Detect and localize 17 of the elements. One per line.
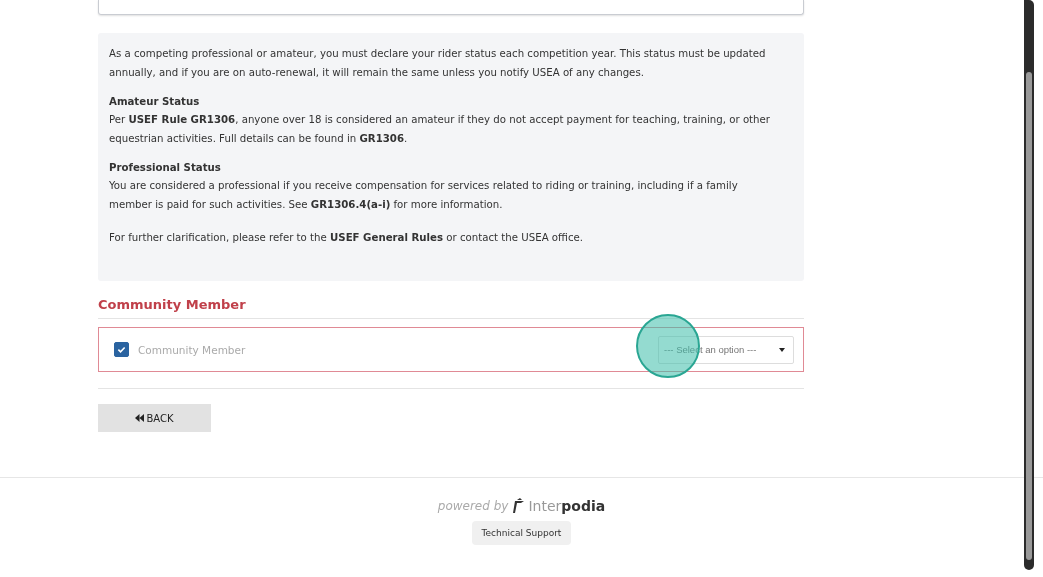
rewind-icon: [135, 414, 145, 422]
info-paragraph: You are considered a professional if you receive compensation for services related to riding or training, including if a family member is paid for such activities. See GR1306.4(a-i) for more information.: [109, 179, 739, 212]
checkbox-label: Community Member: [138, 343, 247, 356]
scrollbar[interactable]: [1024, 0, 1034, 570]
check-icon: [116, 344, 127, 355]
section-title: Amateur Status: [109, 95, 201, 109]
brand-logo: Interpodia: [528, 498, 606, 514]
caret-icon: [779, 347, 785, 352]
support-button[interactable]: Technical Support: [471, 521, 572, 545]
info-paragraph: Per USEF Rule GR1306, anyone over 18 is considered an amateur if they do not accept payment for teaching, training, or other equestrian activities. Full details can be found in GR1306.: [109, 113, 771, 146]
back-button[interactable]: BACK: [98, 404, 211, 432]
info-paragraph: For further clarification, please refer to the USEF General Rules or contact the USEA office.: [109, 231, 585, 245]
powered-by-text: powered by: [437, 499, 509, 513]
info-paragraph: As a competing professional or amateur, you must declare your rider status each competition year. This status must be updated annually, and if you are on auto-renewal, it will remain the same unless you notify USEA of any changes.: [109, 47, 767, 80]
section-title: Professional Status: [109, 161, 222, 175]
checkbox[interactable]: [114, 342, 129, 357]
section-heading: Community Member: [98, 297, 247, 312]
